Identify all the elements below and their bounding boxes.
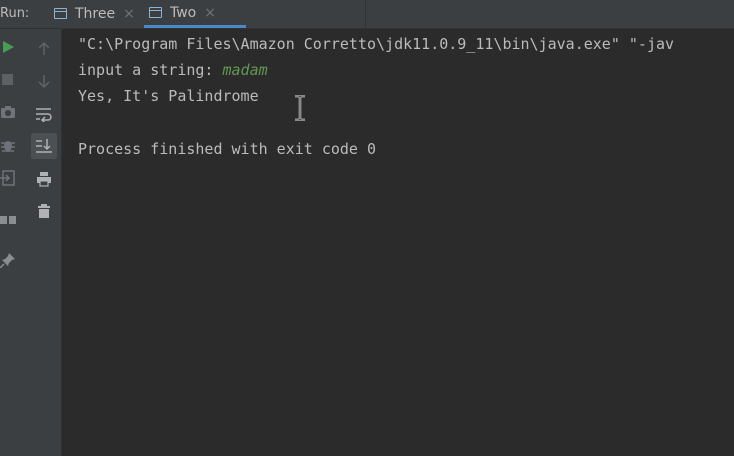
debug-button[interactable] xyxy=(0,133,20,157)
pin-icon xyxy=(0,253,15,268)
next-occurrence-button[interactable] xyxy=(32,69,56,93)
exit-button[interactable] xyxy=(0,166,20,190)
run-label: Run: xyxy=(0,6,30,21)
tab-bar-empty-area xyxy=(365,0,734,28)
layout-button[interactable] xyxy=(0,208,20,232)
close-icon[interactable]: × xyxy=(123,7,135,21)
layout-icon xyxy=(0,216,16,224)
console-output[interactable]: "C:\Program Files\Amazon Corretto\jdk11.… xyxy=(63,29,734,456)
result-line: Yes, It's Palindrome xyxy=(78,87,259,105)
close-icon[interactable]: × xyxy=(204,6,216,20)
dump-threads-button[interactable] xyxy=(0,100,20,124)
clear-all-button[interactable] xyxy=(32,199,56,223)
console-window-icon xyxy=(53,6,69,22)
prompt-text: input a string: xyxy=(78,61,223,79)
camera-icon xyxy=(1,106,15,118)
tab-label: Two xyxy=(170,4,197,21)
text-cursor-icon xyxy=(295,95,305,121)
rerun-icon xyxy=(3,41,14,53)
soft-wrap-icon xyxy=(36,108,52,122)
command-line: "C:\Program Files\Amazon Corretto\jdk11.… xyxy=(78,35,675,53)
user-input-text: madam xyxy=(222,61,268,79)
console-toolbar xyxy=(28,29,62,456)
run-tab-bar: Run: Three × Two × xyxy=(0,0,734,29)
bug-icon xyxy=(1,141,15,152)
prompt-line: input a string: madam xyxy=(78,60,268,80)
tab-two[interactable]: Two × xyxy=(144,0,246,28)
exit-icon xyxy=(0,170,15,186)
tab-three[interactable]: Three × xyxy=(49,0,143,28)
run-tool-window: Run: Three × Two × "C:\Program Files\Ama… xyxy=(0,0,734,456)
console-window-icon xyxy=(148,5,164,21)
trash-icon xyxy=(38,204,50,218)
stop-button[interactable] xyxy=(0,67,20,91)
up-arrow-icon xyxy=(38,41,50,55)
print-icon xyxy=(37,172,51,187)
run-actions-toolbar xyxy=(0,29,28,456)
rerun-button[interactable] xyxy=(0,35,20,59)
stop-icon xyxy=(2,74,13,85)
scroll-to-end-button[interactable] xyxy=(31,133,57,159)
tab-label: Three xyxy=(75,6,116,22)
soft-wrap-button[interactable] xyxy=(32,102,56,126)
pin-button[interactable] xyxy=(0,248,20,272)
down-arrow-icon xyxy=(38,75,50,89)
print-button[interactable] xyxy=(32,167,56,191)
exit-message-line: Process finished with exit code 0 xyxy=(78,140,377,158)
previous-occurrence-button[interactable] xyxy=(32,37,56,61)
scroll-to-end-icon xyxy=(36,139,52,153)
